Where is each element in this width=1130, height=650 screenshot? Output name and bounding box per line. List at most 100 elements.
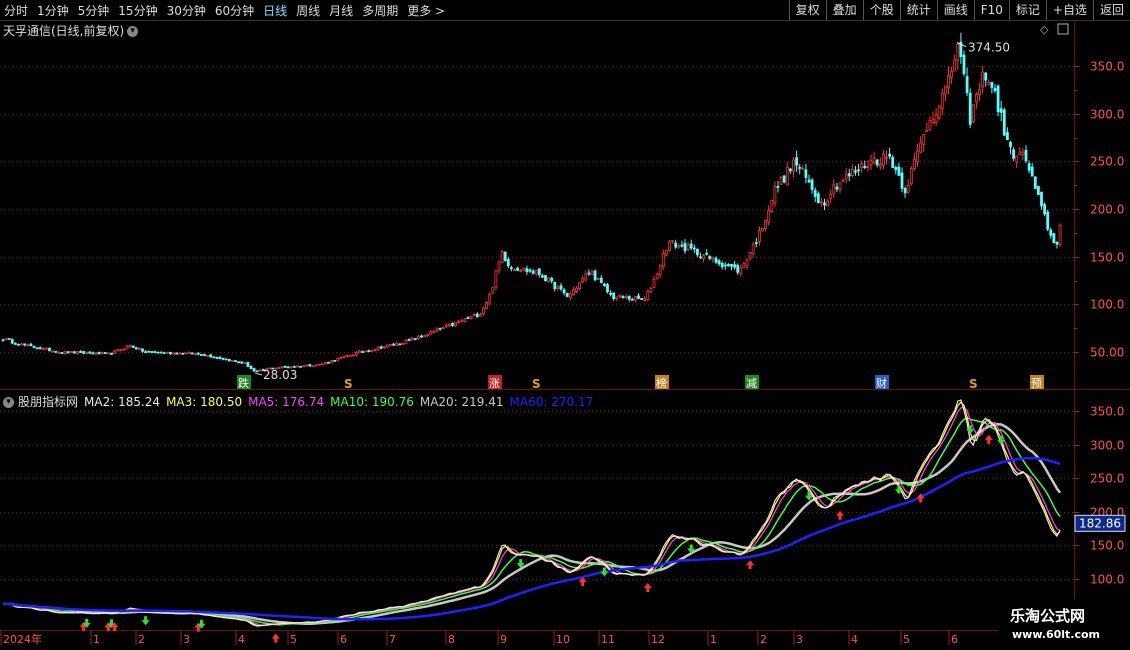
candle-body — [165, 351, 169, 354]
candle-body — [894, 166, 898, 171]
candle-body — [615, 296, 619, 299]
candle-body — [1052, 233, 1056, 244]
candle-body — [330, 360, 334, 364]
candle-body — [906, 184, 910, 193]
candle-body — [537, 268, 541, 276]
candle-body — [190, 352, 194, 355]
candle-body — [996, 85, 1000, 113]
candle-body — [702, 255, 705, 259]
candle-body — [153, 351, 157, 354]
candle-body — [547, 277, 550, 283]
candle-body — [382, 346, 386, 349]
candle-body — [172, 352, 175, 355]
candle-body — [950, 70, 953, 78]
candle-body — [32, 345, 36, 348]
event-mark-label: 涨 — [489, 377, 500, 390]
sell-arrow-icon — [600, 567, 609, 577]
candle-body — [779, 176, 783, 185]
candle-body — [733, 264, 736, 268]
candle-body — [299, 365, 303, 368]
candle-body — [826, 200, 829, 207]
candle-body — [658, 264, 662, 275]
y-tick-label: 150.0 — [1090, 539, 1124, 553]
candle-body — [162, 352, 166, 354]
candle-body — [1033, 176, 1037, 190]
candle-body — [376, 346, 380, 351]
candle-body — [100, 352, 104, 354]
candle-body — [178, 352, 182, 355]
candle-body — [91, 352, 95, 355]
candle-body — [1037, 185, 1040, 196]
candle-body — [773, 186, 777, 204]
buy-arrow-icon — [984, 434, 993, 444]
candle-body — [404, 339, 408, 345]
candle-body — [544, 275, 547, 282]
candle-body — [506, 259, 510, 267]
candle-body — [10, 339, 14, 344]
candle-body — [978, 89, 981, 96]
diamond-icon: ◇ — [1040, 23, 1049, 36]
candle-body — [187, 352, 191, 354]
candle-body — [401, 343, 405, 345]
candle-body — [460, 320, 464, 323]
candle-body — [519, 270, 523, 272]
candle-body — [999, 108, 1003, 113]
candle-body — [795, 157, 798, 166]
candle-body — [854, 170, 857, 173]
watermark-url: www.60lt.com — [1012, 628, 1101, 641]
event-mark-label: 财 — [876, 376, 887, 390]
candle-body — [599, 277, 603, 283]
candle-body — [13, 342, 17, 345]
candle-body — [370, 349, 374, 352]
sell-arrow-icon — [141, 616, 150, 626]
candle-body — [184, 352, 188, 355]
candle-body — [1024, 149, 1028, 162]
candle-body — [354, 352, 358, 356]
candle-body — [215, 357, 219, 359]
candle-body — [181, 352, 185, 355]
candle-body — [128, 344, 132, 348]
candle-body — [829, 193, 833, 200]
candle-body — [550, 277, 554, 282]
buy-arrow-icon — [836, 510, 844, 520]
candlestick-chart[interactable]: 374.50 28.03 跌 S 涨 S 榜 减 财 S 预 350.0 300.0 250.0 200… — [0, 0, 1130, 650]
candle-body — [931, 118, 935, 124]
candle-body — [348, 354, 352, 357]
candle-body — [810, 179, 814, 190]
candle-body — [553, 281, 557, 290]
x-tick-label: 2 — [760, 633, 767, 646]
candle-body — [909, 168, 913, 185]
x-tick-label: 9 — [500, 633, 507, 646]
candle-body — [336, 357, 340, 362]
candle-body — [206, 354, 210, 357]
x-tick-label: 1 — [710, 633, 717, 646]
candle-body — [922, 134, 926, 145]
candle-body — [144, 351, 148, 354]
event-mark-label: 榜 — [656, 376, 667, 390]
watermark: 乐淘公式网 www.60lt.com — [998, 600, 1130, 650]
candle-body — [618, 295, 622, 297]
candle-body — [258, 369, 262, 372]
candle-body — [57, 351, 61, 354]
candle-body — [944, 85, 947, 95]
ma-line-5 — [2, 406, 1061, 626]
candle-body — [323, 362, 327, 365]
candle-body — [147, 350, 151, 353]
candle-body — [683, 242, 687, 252]
candle-body — [103, 352, 107, 354]
candle-body — [410, 338, 414, 341]
candle-body — [782, 175, 786, 183]
candle-body — [590, 271, 594, 275]
candle-body — [696, 248, 699, 256]
candle-body — [237, 361, 241, 364]
candle-body — [367, 350, 371, 353]
candle-body — [494, 270, 498, 288]
candle-body — [627, 296, 631, 300]
candle-body — [76, 351, 79, 354]
candle-body — [463, 318, 467, 322]
candle-body — [875, 159, 879, 166]
candle-body — [119, 349, 123, 352]
candle-body — [150, 351, 154, 353]
candle-body — [466, 317, 470, 320]
candle-body — [816, 193, 820, 204]
